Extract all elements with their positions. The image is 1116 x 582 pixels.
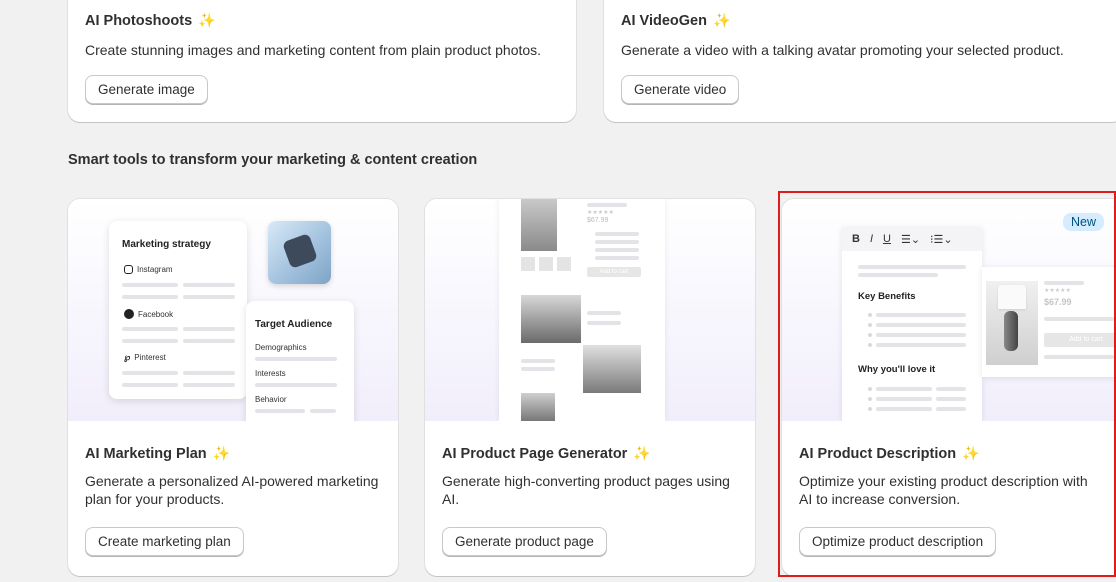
marketing-plan-illustration: Marketing strategy Instagram Facebook ℘ … (68, 199, 398, 421)
card-title: AI Photoshoots ✨ (85, 12, 216, 29)
italic-icon: I (869, 233, 874, 245)
section-heading: Smart tools to transform your marketing … (68, 152, 478, 168)
model-photo (521, 393, 555, 421)
audience-item: Interests (255, 369, 286, 378)
generate-video-button[interactable]: Generate video (621, 75, 740, 104)
editor-heading: Key Benefits (858, 291, 916, 302)
product-description-illustration: New B I U ☰⌄ ⁝☰⌄ Key Benefits Why you'll… (782, 199, 1116, 421)
optimize-product-description-button[interactable]: Optimize product description (799, 527, 997, 556)
create-marketing-plan-button[interactable]: Create marketing plan (85, 527, 244, 556)
card-title: AI Product Page Generator ✨ (442, 445, 651, 462)
model-photo (583, 345, 641, 393)
sparkle-icon: ✨ (962, 445, 980, 461)
pinterest-icon: ℘ (124, 352, 131, 362)
card-title: AI VideoGen ✨ (621, 12, 731, 29)
add-to-cart-mock: Add to cart (587, 267, 641, 277)
generate-product-page-button[interactable]: Generate product page (442, 527, 607, 556)
card-ai-marketing-plan: Marketing strategy Instagram Facebook ℘ … (68, 199, 398, 576)
editor-mockup: B I U ☰⌄ ⁝☰⌄ Key Benefits Why you'll lov… (842, 227, 982, 421)
sparkle-icon: ✨ (633, 445, 651, 461)
card-title: AI Marketing Plan ✨ (85, 445, 231, 462)
sparkle-icon: ✨ (212, 445, 231, 461)
lamp-image (986, 281, 1038, 365)
product-page-illustration: ★★★★★ $67.99 Add to cart (425, 199, 755, 421)
channel-instagram: Instagram (124, 265, 173, 274)
sparkle-icon: ✨ (712, 12, 731, 28)
numbered-list-icon: ⁝☰⌄ (930, 233, 953, 246)
model-photo (521, 199, 557, 251)
card-description: Create stunning images and marketing con… (85, 42, 542, 58)
card-ai-photoshoots: AI Photoshoots ✨ Create stunning images a… (68, 0, 576, 122)
target-audience-panel: Target Audience Demographics Interests B… (246, 301, 354, 421)
underline-icon: U (883, 233, 891, 245)
bullet-list-icon: ☰⌄ (900, 233, 921, 246)
panel-title: Marketing strategy (122, 239, 211, 250)
editor-toolbar: B I U ☰⌄ ⁝☰⌄ (842, 227, 982, 251)
card-ai-product-page-generator: ★★★★★ $67.99 Add to cart AI Product Page… (425, 199, 755, 576)
channel-pinterest: ℘ Pinterest (124, 352, 166, 362)
facebook-icon (124, 309, 134, 319)
smartwatch-image (268, 221, 331, 284)
card-description: Optimize your existing product descripti… (799, 473, 1088, 507)
channel-facebook: Facebook (124, 309, 173, 319)
audience-item: Demographics (255, 343, 307, 352)
panel-title: Target Audience (255, 319, 333, 330)
audience-item: Behavior (255, 395, 287, 404)
generate-image-button[interactable]: Generate image (85, 75, 208, 104)
new-badge: New (1062, 213, 1104, 231)
sparkle-icon: ✨ (198, 12, 216, 28)
page-mockup: ★★★★★ $67.99 Add to cart (499, 199, 665, 421)
card-description: Generate a video with a talking avatar p… (621, 42, 1064, 58)
instagram-icon (124, 265, 133, 274)
bold-icon: B (852, 233, 860, 245)
marketing-strategy-panel: Marketing strategy Instagram Facebook ℘ … (109, 221, 247, 399)
card-description: Generate a personalized AI-powered marke… (85, 473, 379, 507)
product-mockup: ★★★★★ $67.99 Add to cart (982, 267, 1116, 377)
card-description: Generate high-converting product pages u… (442, 473, 730, 507)
model-photo (521, 295, 581, 343)
product-price: $67.99 (1044, 297, 1072, 307)
card-title: AI Product Description ✨ (799, 445, 980, 462)
product-price: $67.99 (587, 217, 609, 224)
add-to-cart-mock: Add to cart (1044, 333, 1116, 347)
card-ai-videogen: AI VideoGen ✨ Generate a video with a tal… (604, 0, 1116, 122)
editor-heading: Why you'll love it (858, 364, 936, 375)
card-ai-product-description: New B I U ☰⌄ ⁝☰⌄ Key Benefits Why you'll… (782, 199, 1116, 576)
